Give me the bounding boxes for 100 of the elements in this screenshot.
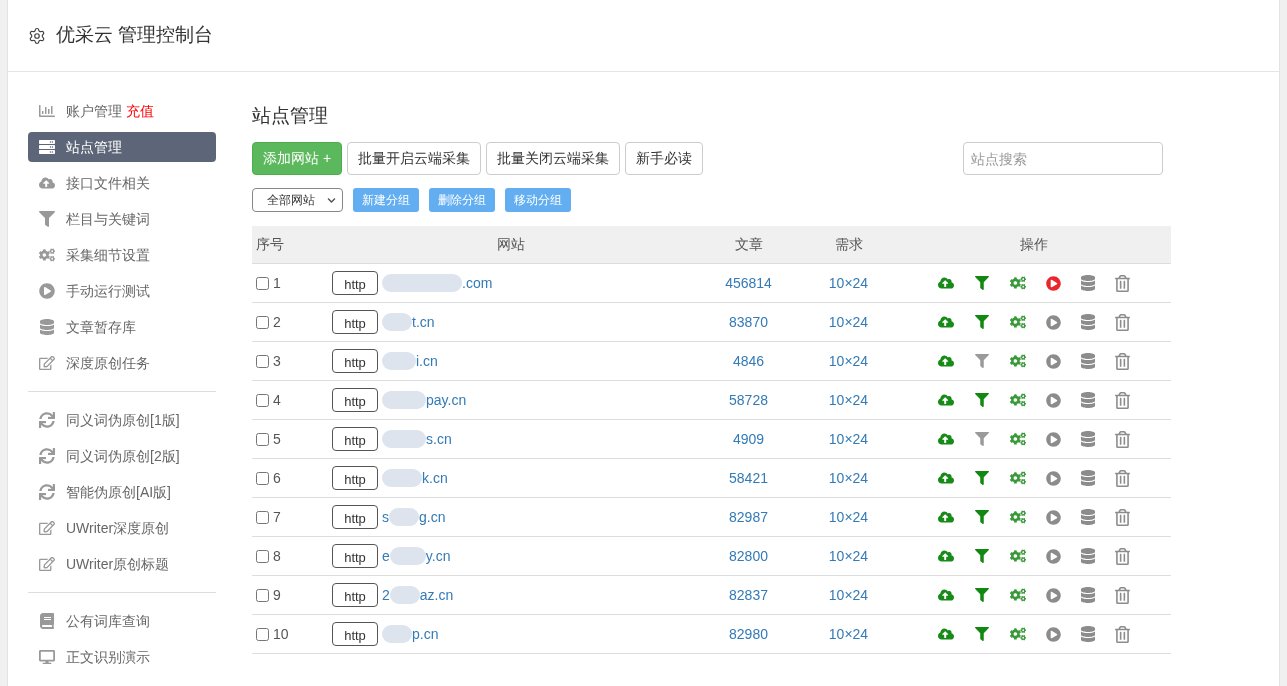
sidebar-item[interactable]: 深度原创任务	[28, 348, 216, 378]
site-filter-dropdown[interactable]: 全部网站	[252, 188, 343, 212]
trash-icon[interactable]	[1114, 469, 1130, 487]
trash-icon[interactable]	[1114, 430, 1130, 448]
cloud-upload-icon[interactable]	[937, 314, 954, 330]
sidebar-item[interactable]: 手动运行测试	[28, 276, 216, 306]
filter-icon[interactable]	[973, 627, 990, 641]
scheme-button[interactable]: http	[332, 271, 378, 295]
sidebar-item[interactable]: 采集细节设置	[28, 240, 216, 270]
scheme-button[interactable]: http	[332, 466, 378, 490]
scheme-button[interactable]: http	[332, 505, 378, 529]
site-link[interactable]: s g.cn	[382, 506, 446, 528]
filter-icon[interactable]	[973, 393, 990, 407]
database-icon[interactable]	[1080, 470, 1095, 486]
scheme-button[interactable]: http	[332, 388, 378, 412]
row-checkbox[interactable]	[256, 354, 269, 368]
gears-icon[interactable]	[1009, 314, 1026, 330]
cloud-upload-icon[interactable]	[937, 431, 954, 447]
cloud-upload-icon[interactable]	[937, 509, 954, 525]
row-checkbox[interactable]	[256, 510, 269, 524]
cloud-upload-icon[interactable]	[937, 548, 954, 564]
row-checkbox[interactable]	[256, 432, 269, 446]
sidebar-item[interactable]: 站点管理	[28, 132, 216, 162]
site-link[interactable]: 2 az.cn	[382, 584, 454, 606]
gears-icon[interactable]	[1009, 626, 1026, 642]
database-icon[interactable]	[1080, 509, 1095, 525]
play-icon[interactable]	[1045, 353, 1061, 369]
site-link[interactable]: p.cn	[382, 623, 439, 645]
play-icon[interactable]	[1045, 392, 1061, 408]
gears-icon[interactable]	[1009, 353, 1026, 369]
row-checkbox[interactable]	[256, 549, 269, 563]
play-icon[interactable]	[1045, 431, 1061, 447]
cloud-upload-icon[interactable]	[937, 587, 954, 603]
row-checkbox[interactable]	[256, 315, 269, 329]
filter-icon[interactable]	[973, 549, 990, 563]
filter-icon[interactable]	[973, 354, 990, 368]
sidebar-item[interactable]: UWriter深度原创	[28, 513, 216, 543]
site-link[interactable]: pay.cn	[382, 389, 467, 411]
database-icon[interactable]	[1080, 626, 1095, 642]
sidebar-item[interactable]: 接口文件相关	[28, 168, 216, 198]
sidebar-item[interactable]: 智能伪原创[AI版]	[28, 477, 216, 507]
trash-icon[interactable]	[1114, 586, 1130, 604]
database-icon[interactable]	[1080, 314, 1095, 330]
scheme-button[interactable]: http	[332, 427, 378, 451]
gears-icon[interactable]	[1009, 431, 1026, 447]
play-icon[interactable]	[1045, 626, 1061, 642]
filter-icon[interactable]	[973, 276, 990, 290]
sidebar-item[interactable]: UWriter原创标题	[28, 549, 216, 579]
scheme-button[interactable]: http	[332, 622, 378, 646]
gears-icon[interactable]	[1009, 587, 1026, 603]
row-checkbox[interactable]	[256, 471, 269, 485]
toolbar-button[interactable]: 批量关闭云端采集	[486, 142, 621, 175]
row-checkbox[interactable]	[256, 393, 269, 407]
cloud-upload-icon[interactable]	[937, 353, 954, 369]
gears-icon[interactable]	[1009, 548, 1026, 564]
filter-icon[interactable]	[973, 510, 990, 524]
database-icon[interactable]	[1080, 353, 1095, 369]
database-icon[interactable]	[1080, 587, 1095, 603]
gears-icon[interactable]	[1009, 392, 1026, 408]
cloud-upload-icon[interactable]	[937, 275, 954, 291]
site-link[interactable]: s.cn	[382, 428, 452, 450]
play-icon[interactable]	[1045, 275, 1061, 291]
play-icon[interactable]	[1045, 314, 1061, 330]
sidebar-item[interactable]: 同义词伪原创[1版]	[28, 405, 216, 435]
gears-icon[interactable]	[1009, 509, 1026, 525]
sidebar-item[interactable]: 文章暂存库	[28, 312, 216, 342]
database-icon[interactable]	[1080, 548, 1095, 564]
sidebar-item[interactable]: 公有词库查询	[28, 606, 216, 636]
filter-icon[interactable]	[973, 471, 990, 485]
gears-icon[interactable]	[1009, 275, 1026, 291]
cloud-upload-icon[interactable]	[937, 626, 954, 642]
trash-icon[interactable]	[1114, 625, 1130, 643]
trash-icon[interactable]	[1114, 391, 1130, 409]
filter-icon[interactable]	[973, 588, 990, 602]
toolbar-button[interactable]: 批量开启云端采集	[347, 142, 482, 175]
site-search-field[interactable]: 站点搜索	[963, 142, 1163, 175]
filter-icon[interactable]	[973, 315, 990, 329]
sidebar-item[interactable]: 栏目与关键词	[28, 204, 216, 234]
site-link[interactable]: i.cn	[382, 350, 438, 372]
cloud-upload-icon[interactable]	[937, 392, 954, 408]
trash-icon[interactable]	[1114, 313, 1130, 331]
recharge-link[interactable]: 充值	[126, 100, 154, 122]
row-checkbox[interactable]	[256, 588, 269, 602]
play-icon[interactable]	[1045, 587, 1061, 603]
site-link[interactable]: e y.cn	[382, 545, 451, 567]
gears-icon[interactable]	[1009, 470, 1026, 486]
sidebar-item[interactable]: 账户管理 充值	[28, 96, 216, 126]
play-icon[interactable]	[1045, 509, 1061, 525]
site-link[interactable]: .com	[382, 272, 493, 294]
trash-icon[interactable]	[1114, 547, 1130, 565]
scheme-button[interactable]: http	[332, 349, 378, 373]
scheme-button[interactable]: http	[332, 310, 378, 334]
row-checkbox[interactable]	[256, 627, 269, 641]
trash-icon[interactable]	[1114, 352, 1130, 370]
trash-icon[interactable]	[1114, 274, 1130, 292]
sidebar-item[interactable]: 正文识别演示	[28, 642, 216, 672]
toolbar-button[interactable]: 新手必读	[625, 142, 704, 175]
site-link[interactable]: k.cn	[382, 467, 448, 489]
filter-icon[interactable]	[973, 432, 990, 446]
row-checkbox[interactable]	[256, 276, 269, 290]
